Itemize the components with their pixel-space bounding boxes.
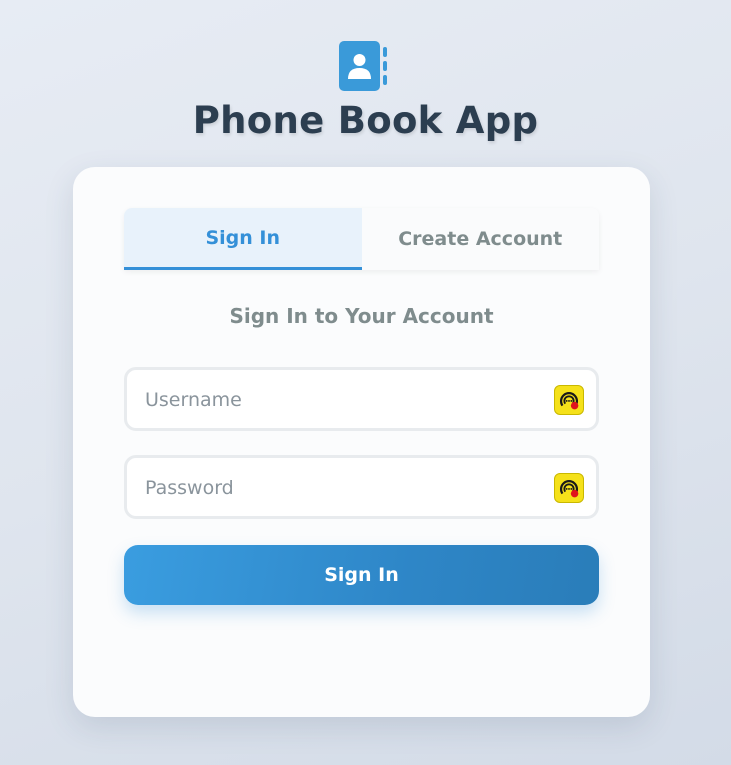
- auth-tabs: Sign In Create Account: [124, 208, 599, 270]
- password-manager-icon[interactable]: [554, 385, 584, 415]
- sign-in-card: Sign In Create Account Sign In to Your A…: [73, 167, 650, 717]
- tab-create-account[interactable]: Create Account: [361, 208, 599, 270]
- sign-in-button[interactable]: Sign In: [124, 545, 599, 605]
- tab-sign-in[interactable]: Sign In: [124, 208, 362, 270]
- username-field: [124, 367, 599, 431]
- app-title: Phone Book App: [192, 99, 539, 142]
- contact-book-icon: [339, 41, 387, 91]
- password-input[interactable]: [143, 458, 537, 518]
- password-field: [124, 455, 599, 519]
- username-input[interactable]: [143, 370, 537, 430]
- form-heading: Sign In to Your Account: [229, 304, 494, 328]
- password-manager-icon[interactable]: [554, 473, 584, 503]
